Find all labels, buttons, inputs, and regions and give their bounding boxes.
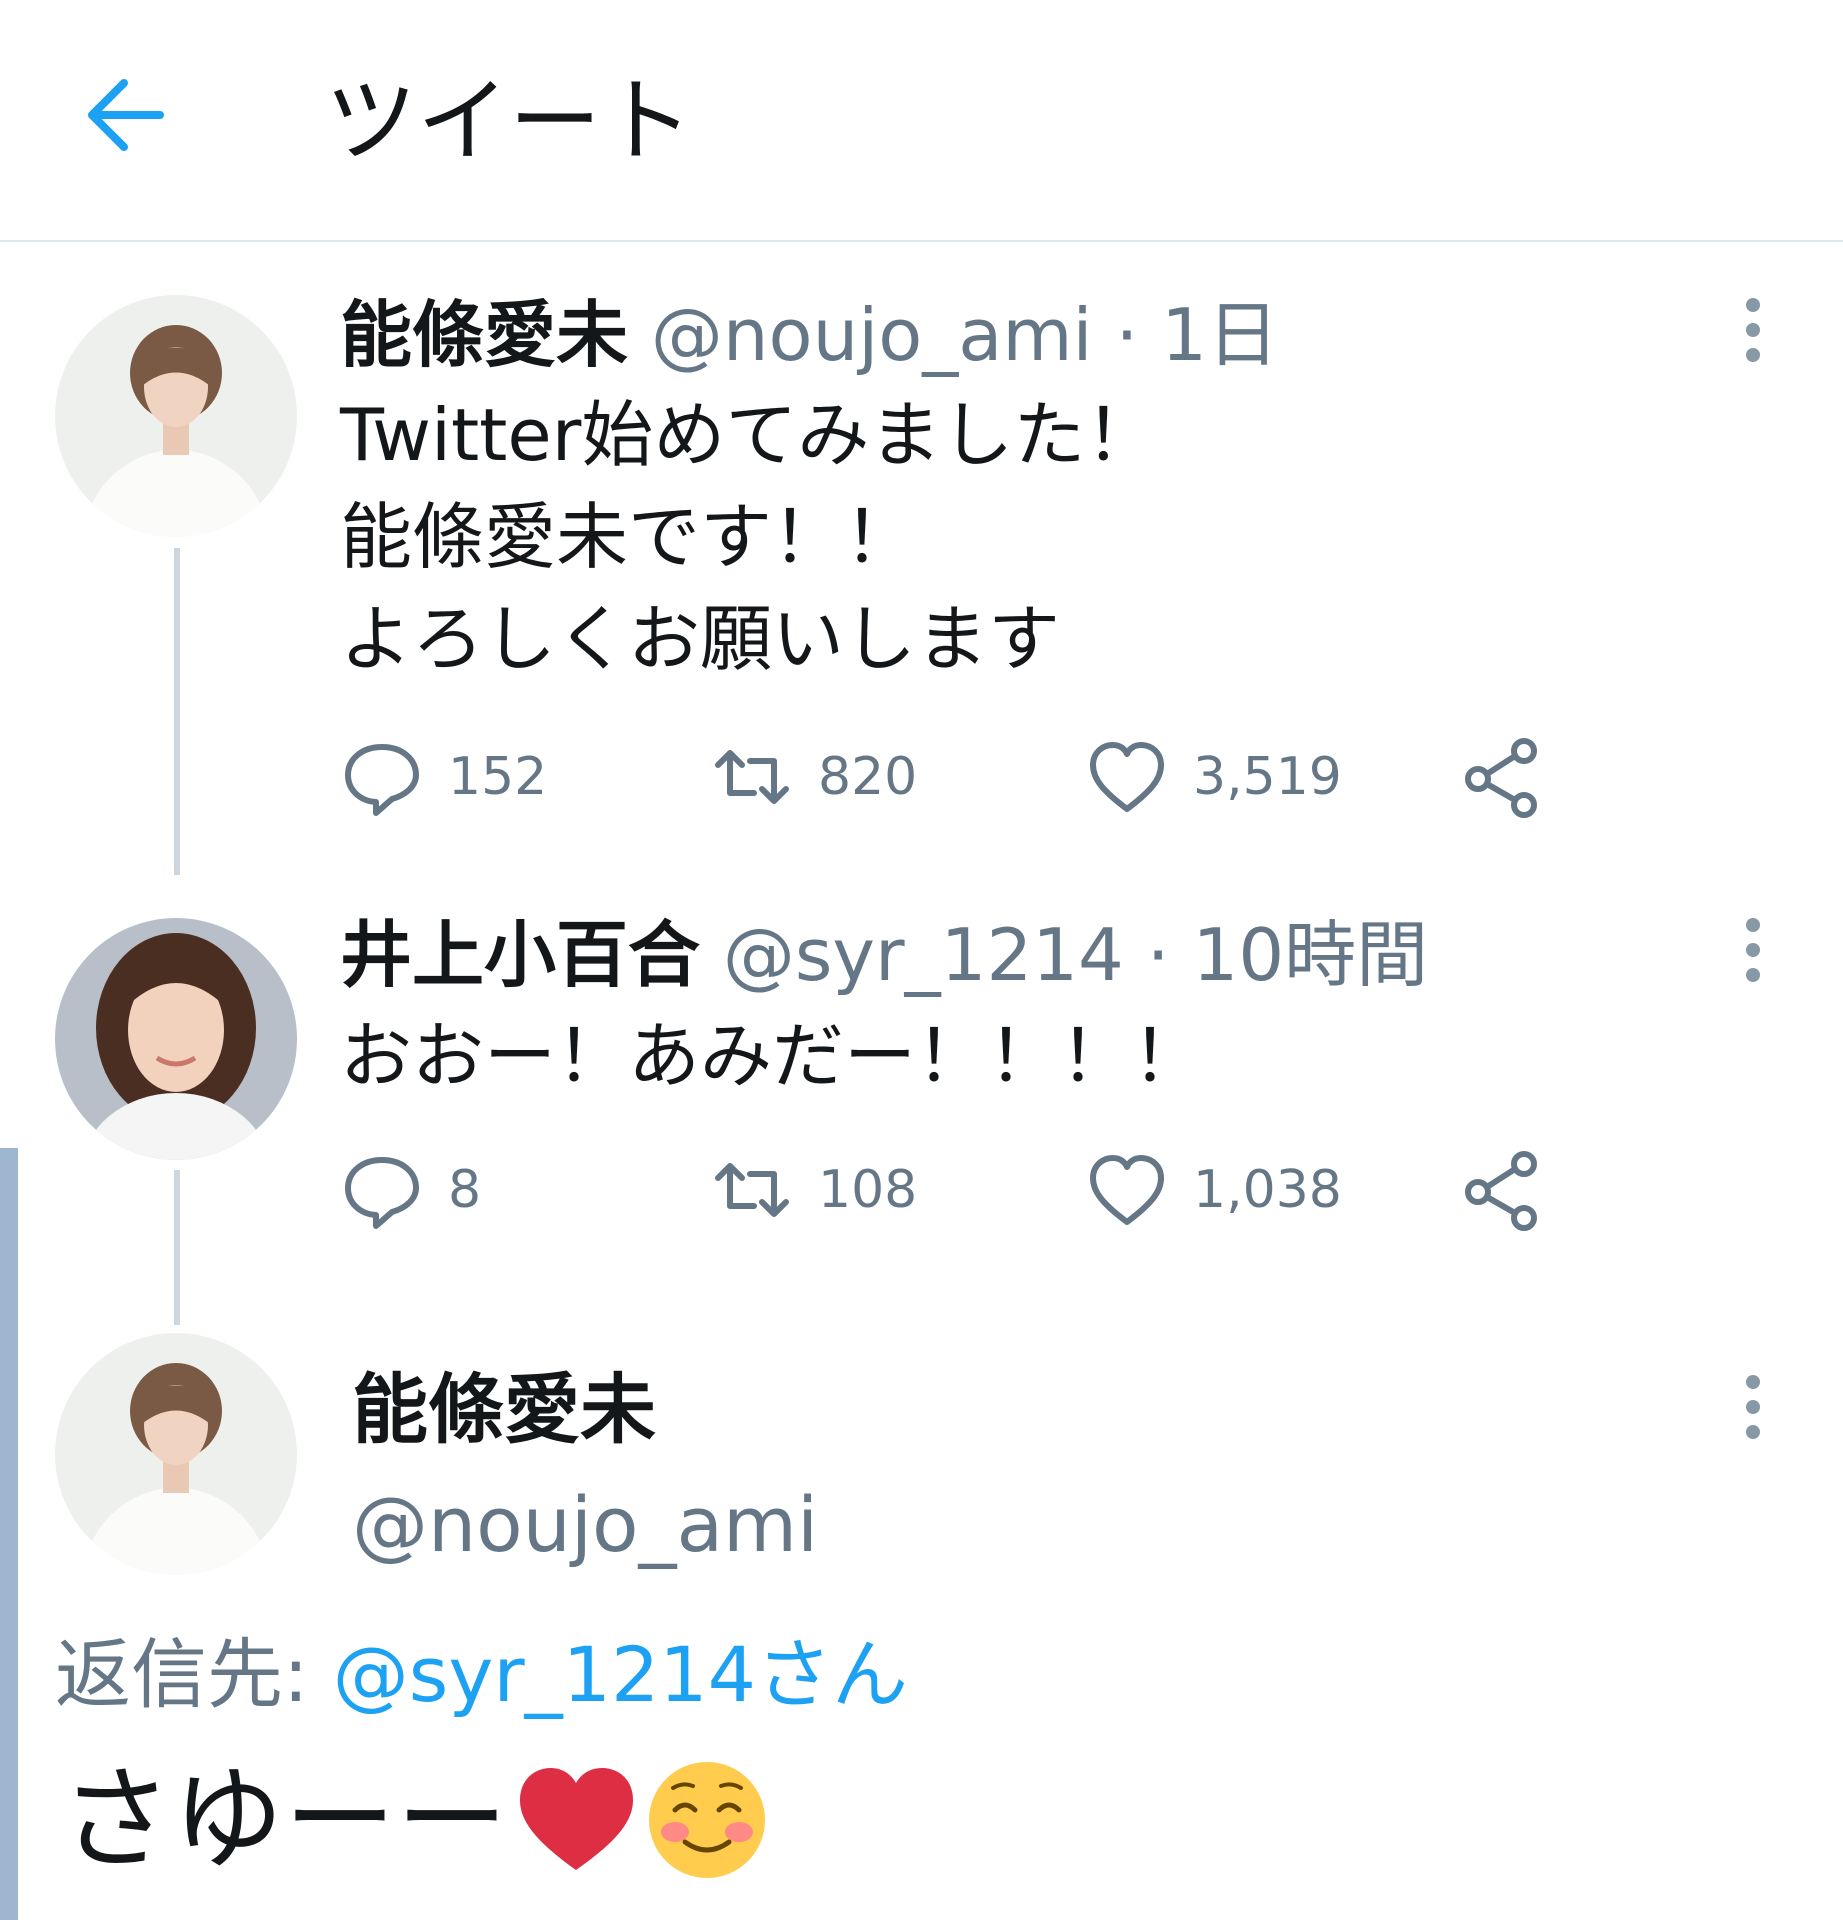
back-button[interactable] (80, 70, 170, 160)
avatar[interactable] (55, 918, 297, 1160)
thread-line (174, 548, 180, 875)
more-icon (1735, 918, 1771, 982)
thread-line (174, 1170, 180, 1325)
like-button[interactable]: 1,038 (1085, 1145, 1342, 1235)
author-name[interactable]: 井上小百合 (340, 913, 700, 997)
tweet-header: 能條愛未 @noujo_ami · 1日 (340, 295, 1279, 375)
tweet-text-line: よろしくお願いします (340, 597, 1061, 681)
author-name[interactable]: 能條愛未 (340, 293, 628, 377)
author-handle[interactable]: @syr_1214 (723, 913, 1124, 997)
retweet-count: 108 (818, 1160, 918, 1220)
separator-dot: · (1115, 293, 1139, 377)
more-icon (1735, 298, 1771, 362)
like-icon (1090, 1155, 1164, 1225)
avatar-photo (55, 918, 297, 1160)
reply-to-link[interactable]: @syr_1214さん (333, 1630, 908, 1719)
scroll-indicator (0, 1148, 18, 1920)
share-icon (1465, 1151, 1537, 1231)
retweet-icon (715, 1163, 789, 1217)
like-icon (1090, 742, 1164, 812)
share-button[interactable] (1460, 1145, 1544, 1235)
tweet-text-line: 能條愛未です！！ (340, 495, 917, 579)
smiling-emoji (649, 1761, 765, 1878)
tweet-text-line: Twitter始めてみました！ (340, 393, 1158, 477)
author-handle[interactable]: @noujo_ami (352, 1480, 818, 1570)
more-icon (1735, 1375, 1771, 1439)
like-count: 3,519 (1193, 747, 1342, 807)
avatar[interactable] (55, 295, 297, 537)
share-button[interactable] (1460, 732, 1544, 822)
avatar[interactable] (55, 1333, 297, 1575)
reply-count: 8 (448, 1160, 482, 1220)
reply-button[interactable]: 8 (340, 1145, 481, 1235)
separator-dot: · (1146, 913, 1170, 997)
reply-count: 152 (448, 747, 548, 807)
tweet-timestamp[interactable]: 1日 (1161, 293, 1279, 377)
more-button[interactable] (1735, 918, 1771, 984)
reply-icon (345, 1157, 419, 1229)
reply-icon (345, 744, 419, 816)
more-button[interactable] (1735, 298, 1771, 364)
tweet-actions: 152 820 3,519 (340, 732, 1600, 822)
avatar-photo (55, 1333, 297, 1575)
author-handle[interactable]: @noujo_ami (651, 293, 1093, 377)
retweet-count: 820 (818, 747, 918, 807)
like-button[interactable]: 3,519 (1085, 732, 1342, 822)
like-count: 1,038 (1193, 1160, 1342, 1220)
focused-tweet-text: さゆーー (60, 1755, 770, 1885)
tweet-header: 井上小百合 @syr_1214 · 10時間 (340, 915, 1428, 995)
retweet-icon (715, 750, 789, 804)
page-title: ツイート (325, 68, 694, 175)
back-arrow-icon (88, 79, 164, 151)
tweet-actions: 8 108 1,038 (340, 1145, 1600, 1235)
reply-to: 返信先: @syr_1214さん (55, 1630, 908, 1720)
app-header: ツイート (0, 0, 1843, 242)
avatar-photo (55, 295, 297, 537)
retweet-button[interactable]: 820 (710, 732, 917, 822)
retweet-button[interactable]: 108 (710, 1145, 917, 1235)
tweet-text: Twitter始めてみました！ 能條愛未です！！ よろしくお願いします (340, 384, 1157, 690)
heart-emoji (520, 1767, 633, 1870)
more-button[interactable] (1735, 1375, 1771, 1441)
tweet-text-line: おおー！あみだー！！！！ (340, 1014, 1205, 1098)
reply-to-label: 返信先: (55, 1630, 309, 1719)
author-name[interactable]: 能條愛未 (352, 1365, 656, 1455)
tweet-text: さゆーー (60, 1755, 508, 1885)
reply-button[interactable]: 152 (340, 732, 547, 822)
tweet-text: おおー！あみだー！！！！ (340, 1005, 1204, 1107)
share-icon (1465, 738, 1537, 818)
tweet-timestamp[interactable]: 10時間 (1193, 913, 1429, 997)
